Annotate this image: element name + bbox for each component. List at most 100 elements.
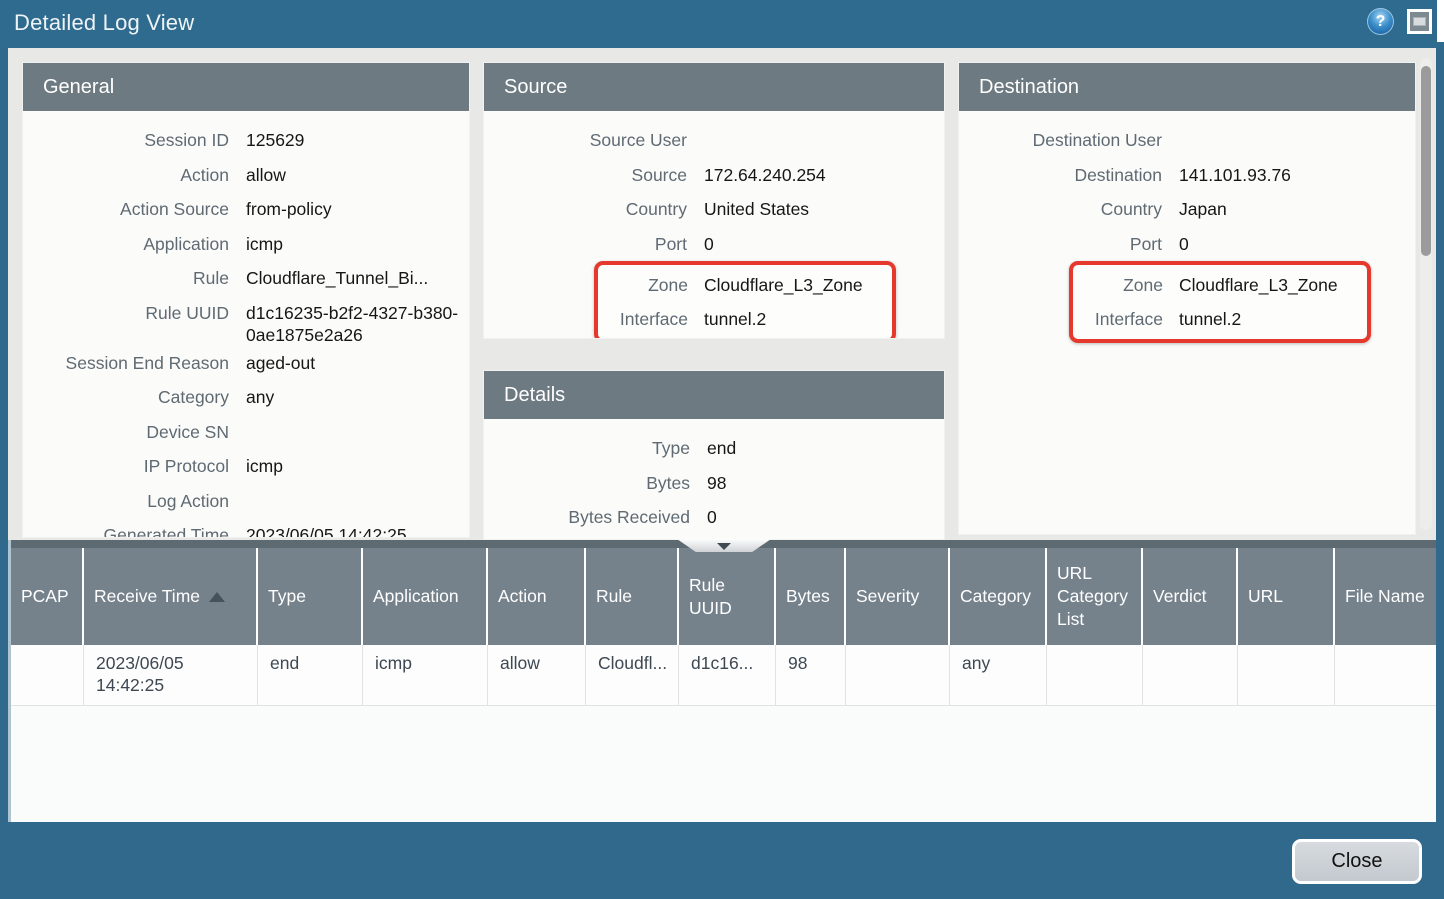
window-icon[interactable] — [1407, 9, 1432, 34]
field-row-action: Action allow — [23, 158, 469, 193]
field-value: Japan — [1179, 192, 1227, 220]
field-label: Session End Reason — [23, 346, 229, 374]
field-value: any — [246, 380, 274, 408]
field-value: Cloudflare_L3_Zone — [704, 268, 863, 296]
column-header-label: Rule — [596, 585, 632, 608]
field-value: 0 — [704, 227, 714, 255]
field-label: Zone — [604, 268, 688, 296]
table-row[interactable]: 2023/06/05 14:42:25endicmpallowCloudfl..… — [11, 645, 1436, 706]
log-detail-section: General Session ID125629ActionallowActio… — [8, 48, 1436, 540]
table-cell: end — [258, 645, 363, 705]
column-header-rule[interactable]: Rule — [586, 548, 679, 645]
field-row-source: Source172.64.240.254 — [484, 158, 944, 193]
field-row-port: Port0 — [959, 227, 1415, 262]
column-header-bytes[interactable]: Bytes — [776, 548, 846, 645]
field-row-port: Port0 — [484, 227, 944, 262]
sort-ascending-icon — [209, 592, 225, 602]
field-value: tunnel.2 — [1179, 302, 1241, 330]
field-label: Action Source — [23, 192, 229, 220]
details-panel: Details TypeendBytes98Bytes Received0 — [483, 370, 945, 540]
field-row-application: Applicationicmp — [23, 227, 469, 262]
highlight-box: ZoneCloudflare_L3_ZoneInterfacetunnel.2 — [1069, 261, 1371, 343]
general-panel: General Session ID125629ActionallowActio… — [22, 62, 470, 538]
field-row-device-sn: Device SN — [23, 415, 469, 450]
field-value: United States — [704, 192, 809, 220]
field-row-source-user: Source User — [484, 123, 944, 158]
dialog-titlebar: Detailed Log View ? — [0, 0, 1444, 48]
field-value: d1c16235-b2f2-4327-b380-0ae1875e2a26 — [246, 296, 462, 346]
table-cell — [1143, 645, 1238, 705]
field-label: Rule — [23, 261, 229, 289]
vertical-scrollbar[interactable] — [1420, 58, 1432, 530]
column-header-verdict[interactable]: Verdict — [1143, 548, 1238, 645]
field-row-interface: Interface tunnel.2 — [604, 302, 886, 336]
column-header-action[interactable]: Action — [488, 548, 586, 645]
field-value: allow — [246, 158, 286, 186]
scrollbar-thumb[interactable] — [1421, 66, 1431, 256]
field-value: tunnel.2 — [704, 302, 766, 330]
field-label: Bytes — [484, 466, 690, 494]
column-header-rule-uuid[interactable]: Rule UUID — [679, 548, 776, 645]
field-value: 2023/06/05 14:42:25 — [246, 518, 407, 538]
details-panel-body: TypeendBytes98Bytes Received0 — [484, 419, 944, 535]
field-label: Generated Time — [23, 518, 229, 538]
scrollbar-corner — [1437, 0, 1444, 42]
field-label: Action — [23, 158, 229, 186]
destination-panel-header: Destination — [959, 63, 1415, 111]
column-header-severity[interactable]: Severity — [846, 548, 950, 645]
column-header-receive-time[interactable]: Receive Time — [84, 548, 258, 645]
field-row-interface: Interfacetunnel.2 — [1079, 302, 1361, 336]
chevron-down-icon — [717, 543, 731, 550]
table-cell: any — [950, 645, 1047, 705]
field-label: Category — [23, 380, 229, 408]
help-icon[interactable]: ? — [1367, 8, 1394, 35]
destination-panel-body: Destination UserDestination141.101.93.76… — [959, 111, 1415, 343]
close-button[interactable]: Close — [1292, 839, 1422, 884]
field-value: icmp — [246, 449, 283, 477]
column-header-category[interactable]: Category — [950, 548, 1047, 645]
column-header-url[interactable]: URL — [1238, 548, 1335, 645]
column-header-label: Type — [268, 585, 306, 608]
column-header-application[interactable]: Application — [363, 548, 488, 645]
column-header-label: Rule UUID — [689, 574, 766, 620]
field-row-zone: ZoneCloudflare_L3_Zone — [1079, 268, 1361, 302]
field-label: Interface — [604, 302, 688, 330]
field-label: Destination — [959, 158, 1162, 186]
field-label: Source User — [484, 123, 687, 151]
column-header-label: Bytes — [786, 585, 830, 608]
highlight-box: Zone Cloudflare_L3_Zone Interface tunnel.2 — [594, 261, 896, 339]
field-row-country: CountryJapan — [959, 192, 1415, 227]
page-title: Detailed Log View — [14, 10, 194, 36]
field-row-rule: Rule Cloudflare_Tunnel_Bi... — [23, 261, 469, 296]
table-cell: Cloudfl... — [586, 645, 679, 705]
column-header-label: Receive Time — [94, 585, 200, 608]
table-cell — [846, 645, 950, 705]
general-panel-body: Session ID125629Action allow Action Source… — [23, 111, 469, 538]
field-row-session-id: Session ID125629 — [23, 123, 469, 158]
field-label: IP Protocol — [23, 449, 229, 477]
window-icon-pane — [1413, 17, 1426, 26]
column-header-label: Severity — [856, 585, 919, 608]
table-cell: icmp — [363, 645, 488, 705]
table-header-row: PCAP Receive Time Type Application Action Rul… — [11, 540, 1436, 645]
field-value: 0 — [707, 500, 717, 528]
column-header-type[interactable]: Type — [258, 548, 363, 645]
field-value: 0 — [1179, 227, 1189, 255]
field-row-zone: Zone Cloudflare_L3_Zone — [604, 268, 886, 302]
source-panel: Source Source UserSource172.64.240.254Co… — [483, 62, 945, 339]
column-header-pcap[interactable]: PCAP — [11, 548, 84, 645]
field-value: Cloudflare_Tunnel_Bi... — [246, 261, 428, 289]
field-label: Session ID — [23, 123, 229, 151]
general-panel-header: General — [23, 63, 469, 111]
column-header-label: Action — [498, 585, 547, 608]
field-row-destination: Destination141.101.93.76 — [959, 158, 1415, 193]
destination-panel: Destination Destination UserDestination1… — [958, 62, 1416, 535]
field-value: aged-out — [246, 346, 315, 374]
table-cell: 2023/06/05 14:42:25 — [84, 645, 258, 705]
field-row-country: CountryUnited States — [484, 192, 944, 227]
table-cell — [1238, 645, 1335, 705]
field-row-rule-uuid: Rule UUIDd1c16235-b2f2-4327-b380-0ae1875… — [23, 296, 469, 346]
field-row-type: Typeend — [484, 431, 944, 466]
column-header-url-category-list[interactable]: URL Category List — [1047, 548, 1143, 645]
column-header-file-name[interactable]: File Name — [1335, 548, 1439, 645]
